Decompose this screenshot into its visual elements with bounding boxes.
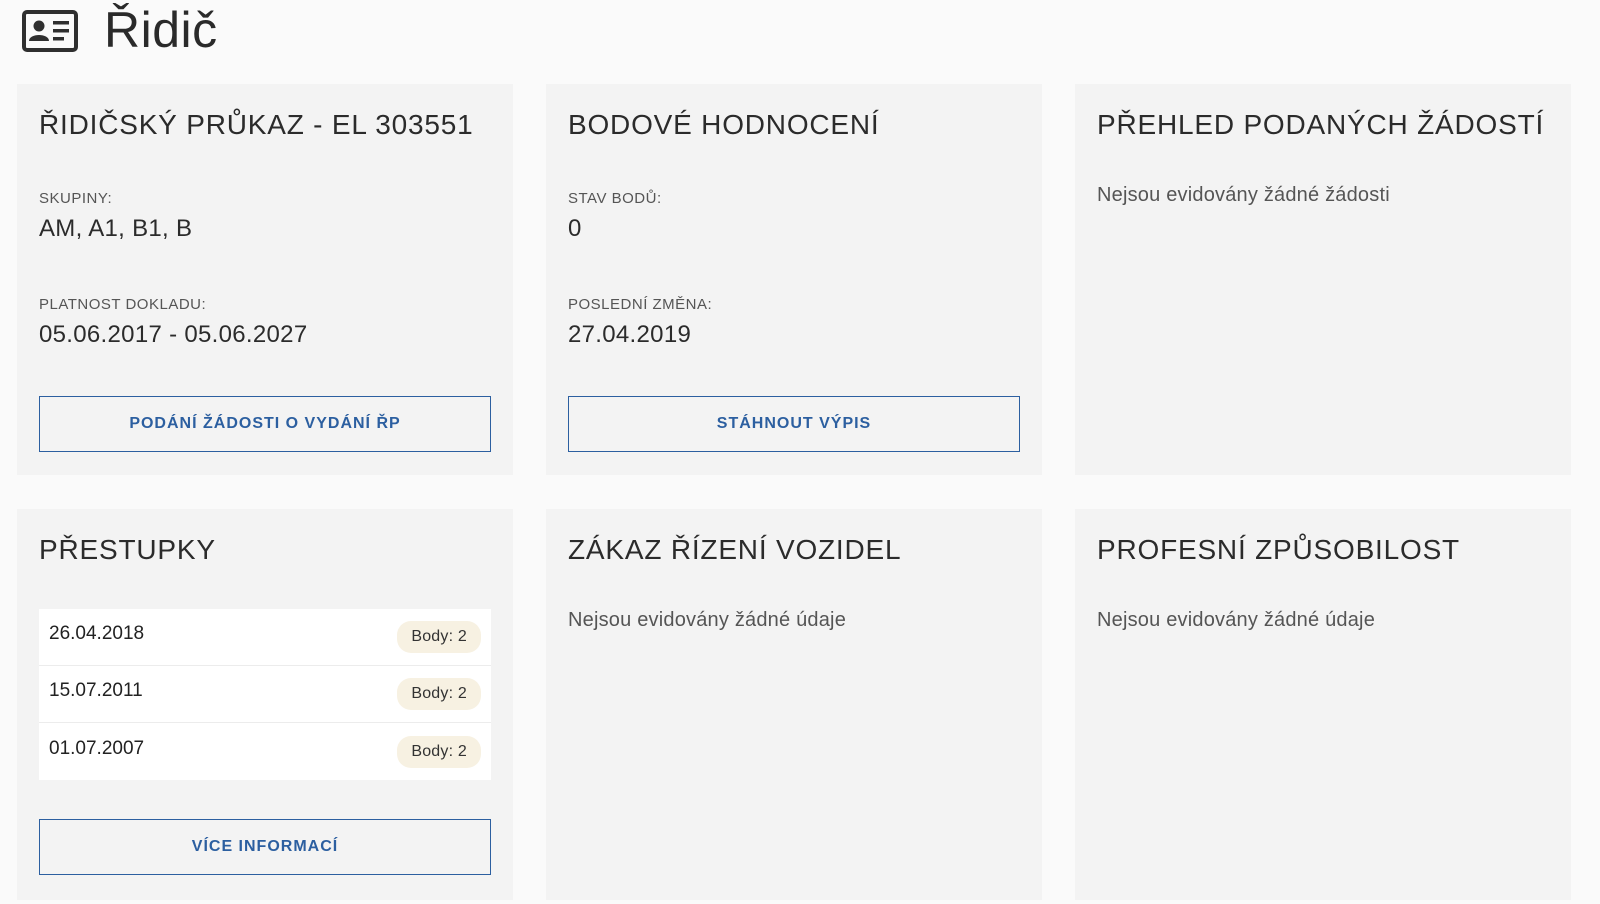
page-title: Řidič <box>104 2 218 58</box>
license-card: ŘIDIČSKÝ PRŮKAZ - EL 303551 SKUPINY: AM,… <box>17 84 513 475</box>
driving-ban-empty-text: Nejsou evidovány žádné údaje <box>568 609 847 631</box>
points-badge: Body: 2 <box>397 621 481 653</box>
id-card-icon <box>22 10 78 52</box>
page-header: Řidič <box>22 0 218 60</box>
requests-empty-text: Nejsou evidovány žádné žádosti <box>1097 184 1390 206</box>
points-status-field: STAV BODŮ: 0 <box>568 190 662 243</box>
groups-value: AM, A1, B1, B <box>39 215 193 242</box>
points-card-title: BODOVÉ HODNOCENÍ <box>568 109 880 140</box>
groups-field: SKUPINY: AM, A1, B1, B <box>39 190 192 243</box>
more-info-button[interactable]: VÍCE INFORMACÍ <box>39 819 491 875</box>
license-card-title: ŘIDIČSKÝ PRŮKAZ - EL 303551 <box>39 109 474 140</box>
apply-license-button[interactable]: PODÁNÍ ŽÁDOSTI O VYDÁNÍ ŘP <box>39 396 491 452</box>
validity-label: PLATNOST DOKLADU: <box>39 296 207 313</box>
last-change-label: POSLEDNÍ ZMĚNA: <box>568 296 713 313</box>
requests-card: PŘEHLED PODANÝCH ŽÁDOSTÍ Nejsou evidován… <box>1075 84 1571 475</box>
list-item: 15.07.2011 Body: 2 <box>39 666 491 723</box>
offenses-card-title: PŘESTUPKY <box>39 534 216 565</box>
driving-ban-card-title: ZÁKAZ ŘÍZENÍ VOZIDEL <box>568 534 902 565</box>
list-item: 01.07.2007 Body: 2 <box>39 723 491 780</box>
professional-empty-text: Nejsou evidovány žádné údaje <box>1097 609 1376 631</box>
requests-card-title: PŘEHLED PODANÝCH ŽÁDOSTÍ <box>1097 109 1545 140</box>
points-card: BODOVÉ HODNOCENÍ STAV BODŮ: 0 POSLEDNÍ Z… <box>546 84 1042 475</box>
last-change-value: 27.04.2019 <box>568 321 692 348</box>
driving-ban-card: ZÁKAZ ŘÍZENÍ VOZIDEL Nejsou evidovány žá… <box>546 509 1042 900</box>
professional-card: PROFESNÍ ZPŮSOBILOST Nejsou evidovány žá… <box>1075 509 1571 900</box>
offense-date: 15.07.2011 <box>49 680 143 701</box>
last-change-field: POSLEDNÍ ZMĚNA: 27.04.2019 <box>568 296 712 349</box>
offenses-list: 26.04.2018 Body: 2 15.07.2011 Body: 2 01… <box>39 609 491 780</box>
list-item: 26.04.2018 Body: 2 <box>39 609 491 666</box>
professional-card-title: PROFESNÍ ZPŮSOBILOST <box>1097 534 1460 565</box>
offenses-card: PŘESTUPKY 26.04.2018 Body: 2 15.07.2011 … <box>17 509 513 900</box>
dashboard-grid: ŘIDIČSKÝ PRŮKAZ - EL 303551 SKUPINY: AM,… <box>17 84 1571 900</box>
points-badge: Body: 2 <box>397 735 481 768</box>
offense-date: 26.04.2018 <box>49 623 145 644</box>
validity-field: PLATNOST DOKLADU: 05.06.2017 - 05.06.202… <box>39 296 307 349</box>
points-status-label: STAV BODŮ: <box>568 190 662 207</box>
points-badge: Body: 2 <box>397 678 481 710</box>
validity-value: 05.06.2017 - 05.06.2027 <box>39 321 308 348</box>
groups-label: SKUPINY: <box>39 190 113 207</box>
points-status-value: 0 <box>568 215 582 242</box>
download-statement-button[interactable]: STÁHNOUT VÝPIS <box>568 396 1020 452</box>
offense-date: 01.07.2007 <box>49 737 145 759</box>
